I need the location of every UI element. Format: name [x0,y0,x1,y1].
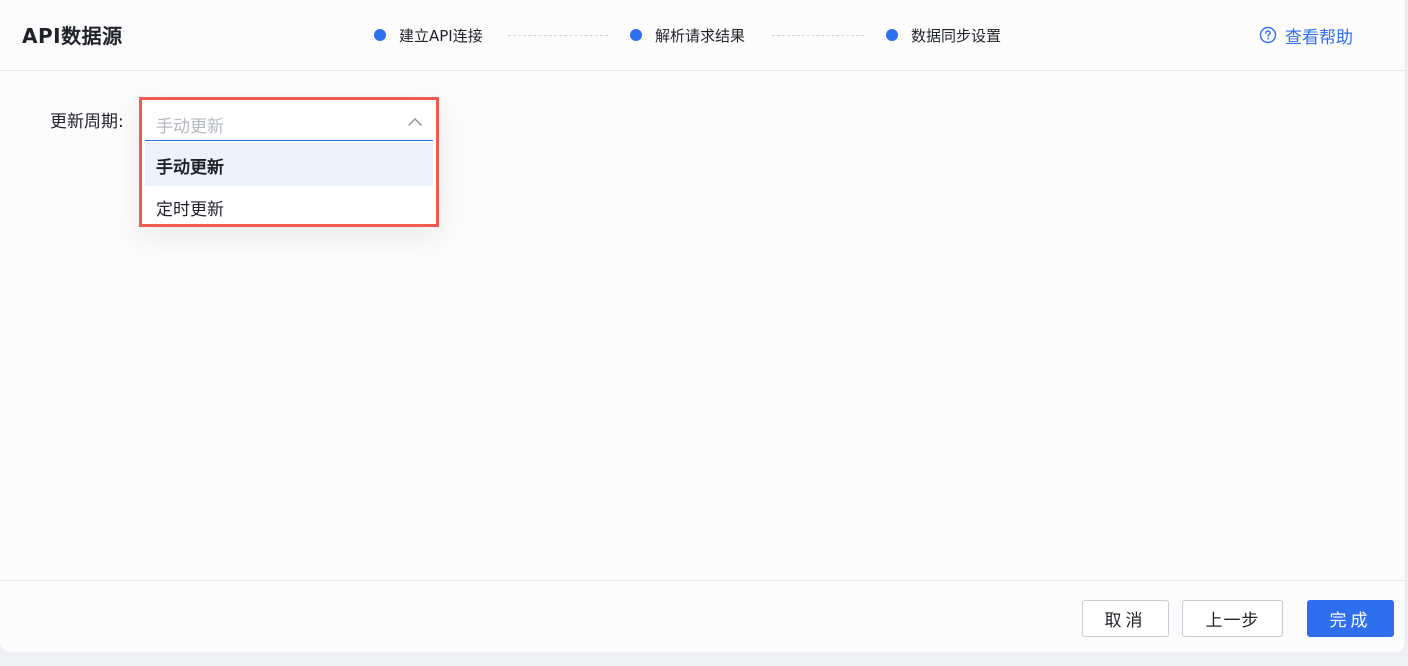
option-scheduled-update[interactable]: 定时更新 [145,186,433,228]
step-dot-icon [630,29,642,41]
step-connector [772,35,864,36]
update-cycle-select[interactable]: 手动更新 [145,103,433,141]
step-sync-settings: 数据同步设置 [886,24,1001,46]
help-link[interactable]: 查看帮助 [1259,24,1353,48]
chevron-up-icon [408,118,422,126]
select-value: 手动更新 [156,117,224,137]
dialog-window: API数据源 建立API连接 解析请求结果 数据同步设置 查看帮助 更新周期: … [0,0,1406,652]
header-bar: API数据源 建立API连接 解析请求结果 数据同步设置 查看帮助 [0,0,1405,71]
main-content: 更新周期: 手动更新 手动更新 定时更新 [0,72,1405,579]
update-cycle-dropdown: 手动更新 定时更新 [145,143,433,223]
step-label: 数据同步设置 [911,26,1002,45]
option-manual-update[interactable]: 手动更新 [145,144,433,186]
step-dot-icon [886,29,898,41]
step-api-connection: 建立API连接 [374,24,483,46]
question-circle-icon [1259,26,1277,44]
footer-bar: 取消 上一步 完成 [0,580,1405,652]
finish-button[interactable]: 完成 [1307,600,1394,637]
page-title: API数据源 [22,24,123,48]
step-label: 解析请求结果 [655,26,746,45]
step-dot-icon [374,29,386,41]
step-connector [508,35,608,36]
update-cycle-select-highlight: 手动更新 手动更新 定时更新 [139,97,439,227]
cancel-button[interactable]: 取消 [1082,600,1169,637]
previous-step-button[interactable]: 上一步 [1182,600,1283,637]
update-cycle-label: 更新周期: [50,112,124,132]
help-label: 查看帮助 [1285,27,1353,48]
step-label: 建立API连接 [399,26,483,45]
step-parse-result: 解析请求结果 [630,24,745,46]
